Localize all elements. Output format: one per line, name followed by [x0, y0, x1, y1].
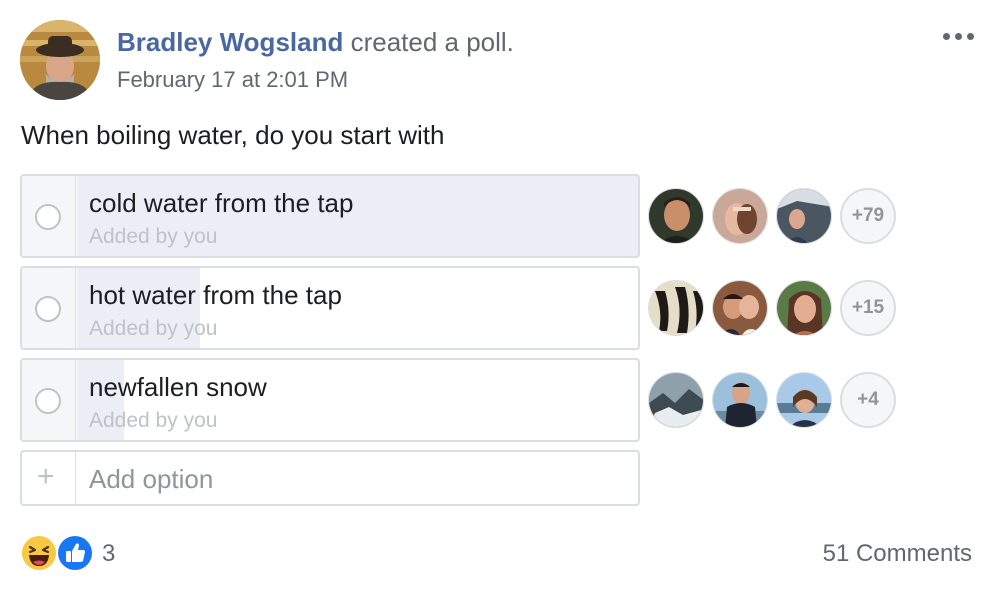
more-voters-button[interactable]: +15 [840, 280, 896, 336]
voter-avatar[interactable] [712, 372, 768, 428]
comments-link[interactable]: 51 Comments [823, 540, 972, 568]
voter-avatar[interactable] [776, 372, 832, 428]
more-voters-button[interactable]: +79 [840, 188, 896, 244]
radio-button[interactable] [35, 296, 61, 322]
radio-cell [22, 360, 76, 440]
poll-option-1[interactable]: cold water from the tap Added by you [20, 174, 640, 258]
radio-button[interactable] [35, 388, 61, 414]
plus-cell: + [22, 452, 76, 504]
option-label: newfallen snow [89, 372, 267, 402]
voter-avatar[interactable] [648, 280, 704, 336]
option-added-by: Added by you [89, 409, 218, 432]
voters-option-2: +15 [648, 280, 908, 340]
voters-option-1: +79 [648, 188, 908, 248]
dot-icon [966, 32, 974, 40]
poll-question: When boiling water, do you start with [21, 120, 445, 150]
radio-cell [22, 176, 76, 256]
more-voters-button[interactable]: +4 [840, 372, 896, 428]
voters-option-3: +4 [648, 372, 908, 432]
voter-avatar[interactable] [648, 188, 704, 244]
more-options-button[interactable] [938, 24, 978, 48]
author-action: created a poll. [343, 27, 514, 57]
voter-avatar[interactable] [712, 280, 768, 336]
reaction-count[interactable]: 3 [102, 540, 115, 568]
poll-option-2[interactable]: hot water from the tap Added by you [20, 266, 640, 350]
dot-icon [942, 32, 950, 40]
radio-cell [22, 268, 76, 348]
poll-option-3[interactable]: newfallen snow Added by you [20, 358, 640, 442]
author-line: Bradley Wogsland created a poll. [117, 27, 514, 58]
post-footer: 3 51 Comments [20, 532, 974, 576]
option-added-by: Added by you [89, 225, 218, 248]
voter-avatar[interactable] [648, 372, 704, 428]
voter-avatar[interactable] [712, 188, 768, 244]
option-label: hot water from the tap [89, 280, 342, 310]
voter-avatar[interactable] [776, 188, 832, 244]
add-option-placeholder: Add option [89, 464, 214, 494]
post-header: Bradley Wogsland created a poll. Februar… [20, 20, 980, 102]
like-icon [56, 534, 94, 572]
plus-icon: + [37, 460, 55, 493]
add-option-input[interactable]: + Add option [20, 450, 640, 506]
voter-avatar[interactable] [776, 280, 832, 336]
author-avatar[interactable] [20, 20, 100, 100]
author-name-link[interactable]: Bradley Wogsland [117, 27, 343, 57]
radio-button[interactable] [35, 204, 61, 230]
haha-icon [20, 534, 58, 572]
dot-icon [954, 32, 962, 40]
option-added-by: Added by you [89, 317, 218, 340]
option-label: cold water from the tap [89, 188, 354, 218]
post-timestamp[interactable]: February 17 at 2:01 PM [117, 67, 348, 93]
